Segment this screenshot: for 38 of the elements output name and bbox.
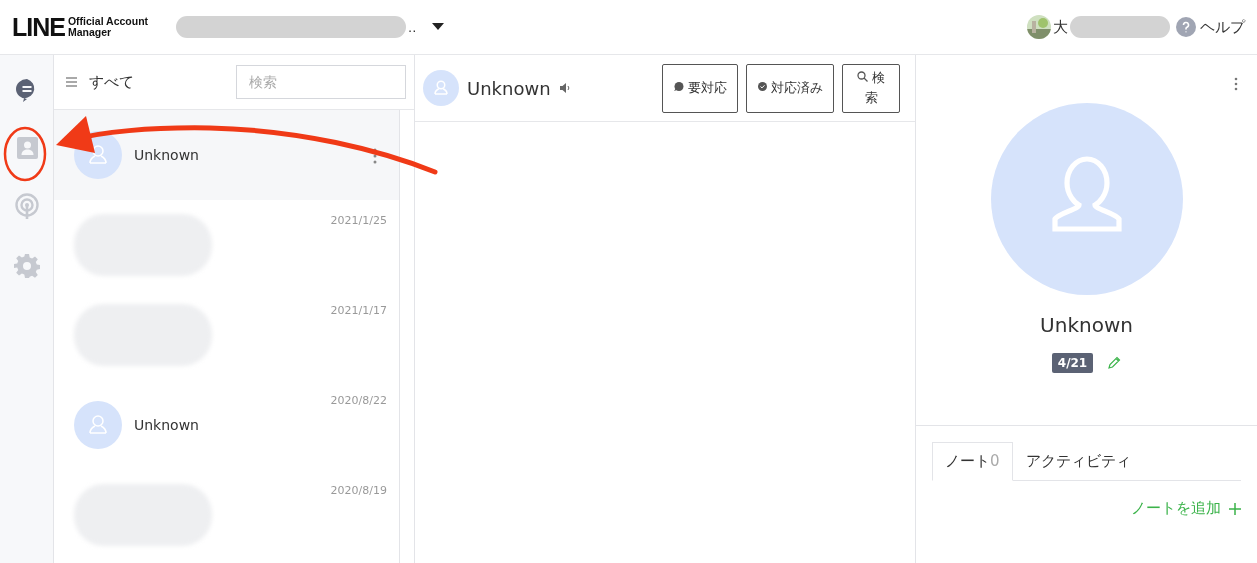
settings-icon [13, 253, 40, 279]
conversation-item[interactable]: Unknown 2020/8/22 [54, 380, 399, 470]
todo-button[interactable]: 要対応 [662, 63, 738, 113]
message-date: 2021/1/25 [330, 214, 387, 227]
contact-name: Unknown [134, 417, 199, 433]
profile-tab[interactable]: アクティビティ [1012, 442, 1144, 481]
more-icon[interactable] [1234, 77, 1238, 91]
chat-bubble-icon [673, 82, 684, 92]
message-date: 2020/8/19 [330, 484, 387, 497]
done-button[interactable]: 対応済み [746, 63, 834, 113]
caret-icon [432, 23, 445, 31]
help-icon [1176, 17, 1196, 37]
more-icon[interactable] [373, 148, 377, 164]
search-icon [857, 71, 868, 82]
broadcast-icon [12, 193, 41, 221]
profile-name: Unknown [1040, 313, 1133, 337]
contact-name: Unknown [134, 147, 199, 163]
conversation-item[interactable]: Unknown [54, 110, 399, 200]
message-date: 2021/1/17 [330, 304, 387, 317]
tag-label: 4/21 [1051, 353, 1094, 373]
annotation-circle [2, 124, 48, 184]
pencil-icon[interactable] [1107, 356, 1122, 370]
help-link[interactable]: ヘルプ [1176, 17, 1245, 37]
plus-icon [1229, 502, 1241, 515]
profile-avatar-icon [990, 103, 1183, 295]
chat-contact-name: Unknown [467, 77, 551, 99]
avatar-icon [74, 401, 122, 449]
check-bubble-icon [756, 82, 768, 92]
profile-tab[interactable]: ノート 0 [932, 442, 1013, 481]
filter-dropdown[interactable]: すべて [66, 72, 134, 92]
avatar-icon [423, 70, 459, 106]
speaker-icon[interactable] [558, 82, 571, 94]
logo-wordmark: LINE [12, 12, 65, 42]
message-date: 2020/8/22 [330, 394, 387, 407]
menu-icon [66, 77, 77, 87]
search-button[interactable]: 検索 [842, 63, 900, 113]
logo-subtitle: Official Account Manager [67, 16, 149, 38]
search-field[interactable]: 検索 [236, 65, 406, 99]
